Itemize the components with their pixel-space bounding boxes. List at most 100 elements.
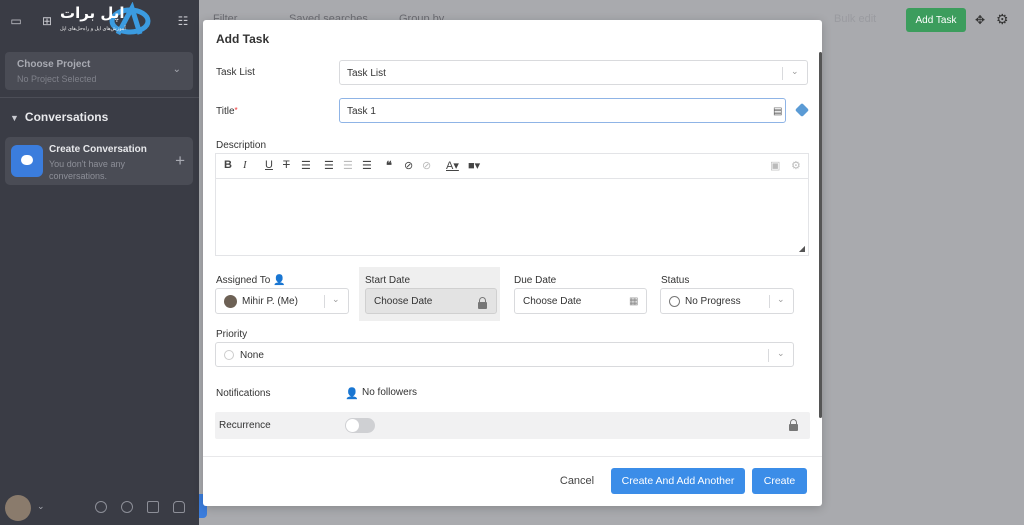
chevron-down-icon: ⌄ — [777, 348, 785, 358]
start-date-value: Choose Date — [374, 296, 433, 307]
bell-icon[interactable] — [173, 501, 185, 513]
logo-text: اپل برات — [60, 4, 125, 22]
start-date-field[interactable]: Choose Date — [365, 288, 497, 314]
sidebar-header: ▭ ⊞ ☷ اپل برات آموزش‌های اپل و راه‌حل‌ها… — [0, 0, 199, 44]
image-icon[interactable]: ▣ — [770, 159, 780, 172]
modal-title: Add Task — [216, 32, 270, 46]
settings-icon[interactable]: ⚙ — [791, 159, 801, 172]
required-asterisk: * — [234, 106, 238, 115]
search-icon[interactable] — [95, 501, 107, 513]
task-list-label: Task List — [216, 67, 255, 78]
avatar — [224, 295, 237, 308]
hierarchy-icon[interactable]: ⊞ — [40, 14, 54, 28]
create-conversation-title: Create Conversation — [49, 144, 147, 155]
choose-project-dropdown[interactable]: Choose Project No Project Selected ⌄ — [5, 52, 193, 90]
divider — [203, 456, 822, 457]
tag-icon[interactable] — [794, 102, 810, 118]
italic-icon[interactable]: I — [243, 159, 247, 171]
ordered-list-icon[interactable]: ☰ — [301, 159, 311, 172]
note-icon[interactable] — [147, 501, 159, 513]
chevron-down-icon: ⌄ — [791, 66, 799, 76]
title-input[interactable]: Task 1 ▤ — [339, 98, 786, 123]
bold-icon[interactable]: B — [224, 159, 232, 171]
divider — [0, 97, 199, 98]
conversations-heading-label: Conversations — [24, 110, 109, 124]
underline-icon[interactable]: U — [265, 159, 273, 171]
recurrence-row: Recurrence — [215, 412, 810, 439]
assigned-to-label: Assigned To 👤 — [216, 275, 286, 286]
highlight-color-icon[interactable]: ■▾ — [468, 159, 480, 172]
text-color-icon[interactable]: A▾ — [446, 159, 459, 172]
title-label: Title* — [216, 106, 238, 117]
priority-select[interactable]: None ⌄ — [215, 342, 794, 367]
task-list-select[interactable]: Task List ⌄ — [339, 60, 808, 85]
description-label: Description — [216, 140, 267, 151]
progress-circle-icon — [669, 296, 680, 307]
recurrence-toggle[interactable] — [345, 418, 375, 433]
add-task-modal: Add Task Task List Task List ⌄ Title* Ta… — [203, 20, 822, 506]
separator — [324, 295, 325, 308]
status-value: No Progress — [685, 296, 741, 307]
assigned-to-select[interactable]: Mihir P. (Me) ⌄ — [215, 288, 349, 314]
calendar-icon[interactable]: ▦ — [629, 296, 638, 307]
user-icon: 👤 — [345, 388, 359, 400]
assigned-to-label-text: Assigned To — [216, 275, 271, 286]
move-icon[interactable]: ✥ — [975, 13, 985, 27]
priority-label: Priority — [216, 329, 248, 340]
followers-button[interactable]: No followers — [362, 387, 417, 398]
indent-icon[interactable]: ☰ — [362, 159, 372, 172]
separator — [782, 67, 783, 80]
editor-toolbar: B I U T ☰ ☰ ☰ ☰ ❝ ⊘ ⊘ A▾ ■▾ ▣ ⚙ — [216, 154, 808, 179]
plus-icon[interactable]: + — [175, 151, 185, 171]
chevron-down-icon: ⌄ — [172, 64, 181, 75]
bulk-edit-button[interactable]: Bulk edit — [834, 13, 876, 25]
cancel-button[interactable]: Cancel — [550, 468, 604, 494]
chevron-down-icon[interactable]: ⌄ — [37, 501, 45, 512]
id-card-icon[interactable]: ▤ — [773, 106, 782, 117]
description-editor[interactable]: B I U T ☰ ☰ ☰ ☰ ❝ ⊘ ⊘ A▾ ■▾ ▣ ⚙ ◢ — [215, 153, 809, 256]
unlink-icon[interactable]: ⊘ — [422, 159, 431, 172]
create-conversation-subtitle: You don't have any conversations. — [49, 159, 125, 181]
bullet-list-icon[interactable]: ☰ — [324, 159, 334, 172]
caret-down-icon: ▼ — [10, 113, 19, 123]
due-date-field[interactable]: Choose Date ▦ — [514, 288, 647, 314]
status-select[interactable]: No Progress ⌄ — [660, 288, 794, 314]
chat-bubble-icon — [11, 145, 43, 177]
chevron-down-icon: ⌄ — [332, 294, 340, 304]
resize-handle-icon[interactable]: ◢ — [799, 244, 805, 253]
separator — [769, 295, 770, 308]
chevron-down-icon: ⌄ — [777, 294, 785, 304]
status-label: Status — [661, 275, 690, 286]
home-icon[interactable]: ▭ — [9, 14, 23, 28]
lock-icon — [789, 419, 798, 431]
sliders-icon[interactable]: ☷ — [176, 14, 190, 28]
priority-value: None — [240, 350, 264, 361]
quote-icon[interactable]: ❝ — [386, 159, 392, 172]
due-date-value: Choose Date — [523, 296, 582, 307]
avatar[interactable] — [5, 495, 31, 521]
project-title: Choose Project — [17, 59, 91, 70]
link-icon[interactable]: ⊘ — [404, 159, 413, 172]
outdent-icon[interactable]: ☰ — [343, 159, 353, 172]
create-conversation-card[interactable]: Create Conversation You don't have any c… — [5, 137, 193, 185]
notifications-label: Notifications — [216, 388, 271, 399]
start-date-label: Start Date — [365, 275, 411, 286]
conversations-heading[interactable]: ▼ Conversations — [10, 110, 108, 124]
create-and-add-another-button[interactable]: Create And Add Another — [611, 468, 745, 494]
task-list-value: Task List — [347, 68, 386, 79]
lock-icon — [478, 297, 487, 309]
sidebar-footer: ⌄ — [0, 493, 199, 525]
scrollbar[interactable] — [819, 52, 822, 418]
title-label-text: Title — [216, 106, 235, 117]
users-icon[interactable]: 👤 — [273, 275, 285, 286]
sidebar: ▭ ⊞ ☷ اپل برات آموزش‌های اپل و راه‌حل‌ها… — [0, 0, 199, 525]
due-date-label: Due Date — [514, 275, 557, 286]
gear-icon[interactable]: ⚙ — [996, 11, 1009, 28]
add-task-button[interactable]: Add Task — [906, 8, 966, 32]
separator — [768, 349, 769, 362]
add-circle-icon[interactable] — [121, 501, 133, 513]
assigned-to-value: Mihir P. (Me) — [242, 296, 298, 307]
strikethrough-icon[interactable]: T — [283, 159, 290, 171]
create-button[interactable]: Create — [752, 468, 807, 494]
project-subtitle: No Project Selected — [17, 74, 97, 84]
